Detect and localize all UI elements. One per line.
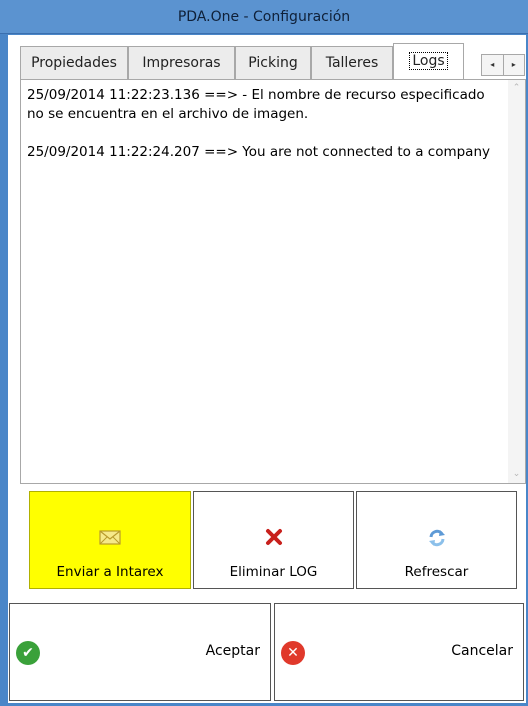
config-window: PDA.One - Configuración Propiedades Impr… <box>0 0 528 706</box>
cancel-label: Cancelar <box>451 643 513 659</box>
tab-scroll-left-icon[interactable]: ◂ <box>482 55 504 75</box>
tab-propiedades[interactable]: Propiedades <box>20 46 128 79</box>
log-scrollbar[interactable]: ⌃ ⌄ <box>508 80 525 483</box>
accept-button[interactable]: ✔ Aceptar <box>9 603 271 701</box>
log-entry: 25/09/2014 11:22:24.207 ==> You are not … <box>27 144 491 160</box>
tab-logs[interactable]: Logs <box>393 43 464 80</box>
refresh-label: Refrescar <box>404 564 469 580</box>
tab-impresoras[interactable]: Impresoras <box>128 46 235 79</box>
send-to-intarex-button[interactable]: Enviar a Intarex <box>29 491 191 589</box>
log-textbox[interactable]: 25/09/2014 11:22:23.136 ==> - El nombre … <box>20 79 526 484</box>
tab-logs-label: Logs <box>409 52 448 70</box>
tab-talleres[interactable]: Talleres <box>311 46 393 79</box>
red-x-icon <box>194 528 353 550</box>
log-text: 25/09/2014 11:22:23.136 ==> - El nombre … <box>27 86 497 181</box>
client-area: Propiedades Impresoras Picking Talleres … <box>8 35 526 703</box>
green-check-icon: ✔ <box>16 641 40 665</box>
scroll-up-icon[interactable]: ⌃ <box>508 80 525 97</box>
window-title: PDA.One - Configuración <box>0 0 528 34</box>
action-buttons: Enviar a Intarex Eliminar LOG Refrescar <box>20 491 526 589</box>
refresh-icon <box>357 528 516 552</box>
delete-label: Eliminar LOG <box>229 564 318 580</box>
accept-label: Aceptar <box>205 643 260 659</box>
scroll-down-icon[interactable]: ⌄ <box>508 466 525 483</box>
cancel-button[interactable]: ✕ Cancelar <box>274 603 524 701</box>
tab-strip: Propiedades Impresoras Picking Talleres … <box>8 43 526 80</box>
tab-scroll-buttons: ◂ ▸ <box>481 54 525 76</box>
tab-scroll-right-icon[interactable]: ▸ <box>504 55 525 75</box>
red-x-circle-icon: ✕ <box>281 641 305 665</box>
log-entry: 25/09/2014 11:22:23.136 ==> - El nombre … <box>27 87 485 122</box>
send-label: Enviar a Intarex <box>56 564 164 580</box>
delete-log-button[interactable]: Eliminar LOG <box>193 491 354 589</box>
refresh-button[interactable]: Refrescar <box>356 491 517 589</box>
envelope-icon <box>30 528 190 550</box>
tab-picking[interactable]: Picking <box>235 46 311 79</box>
